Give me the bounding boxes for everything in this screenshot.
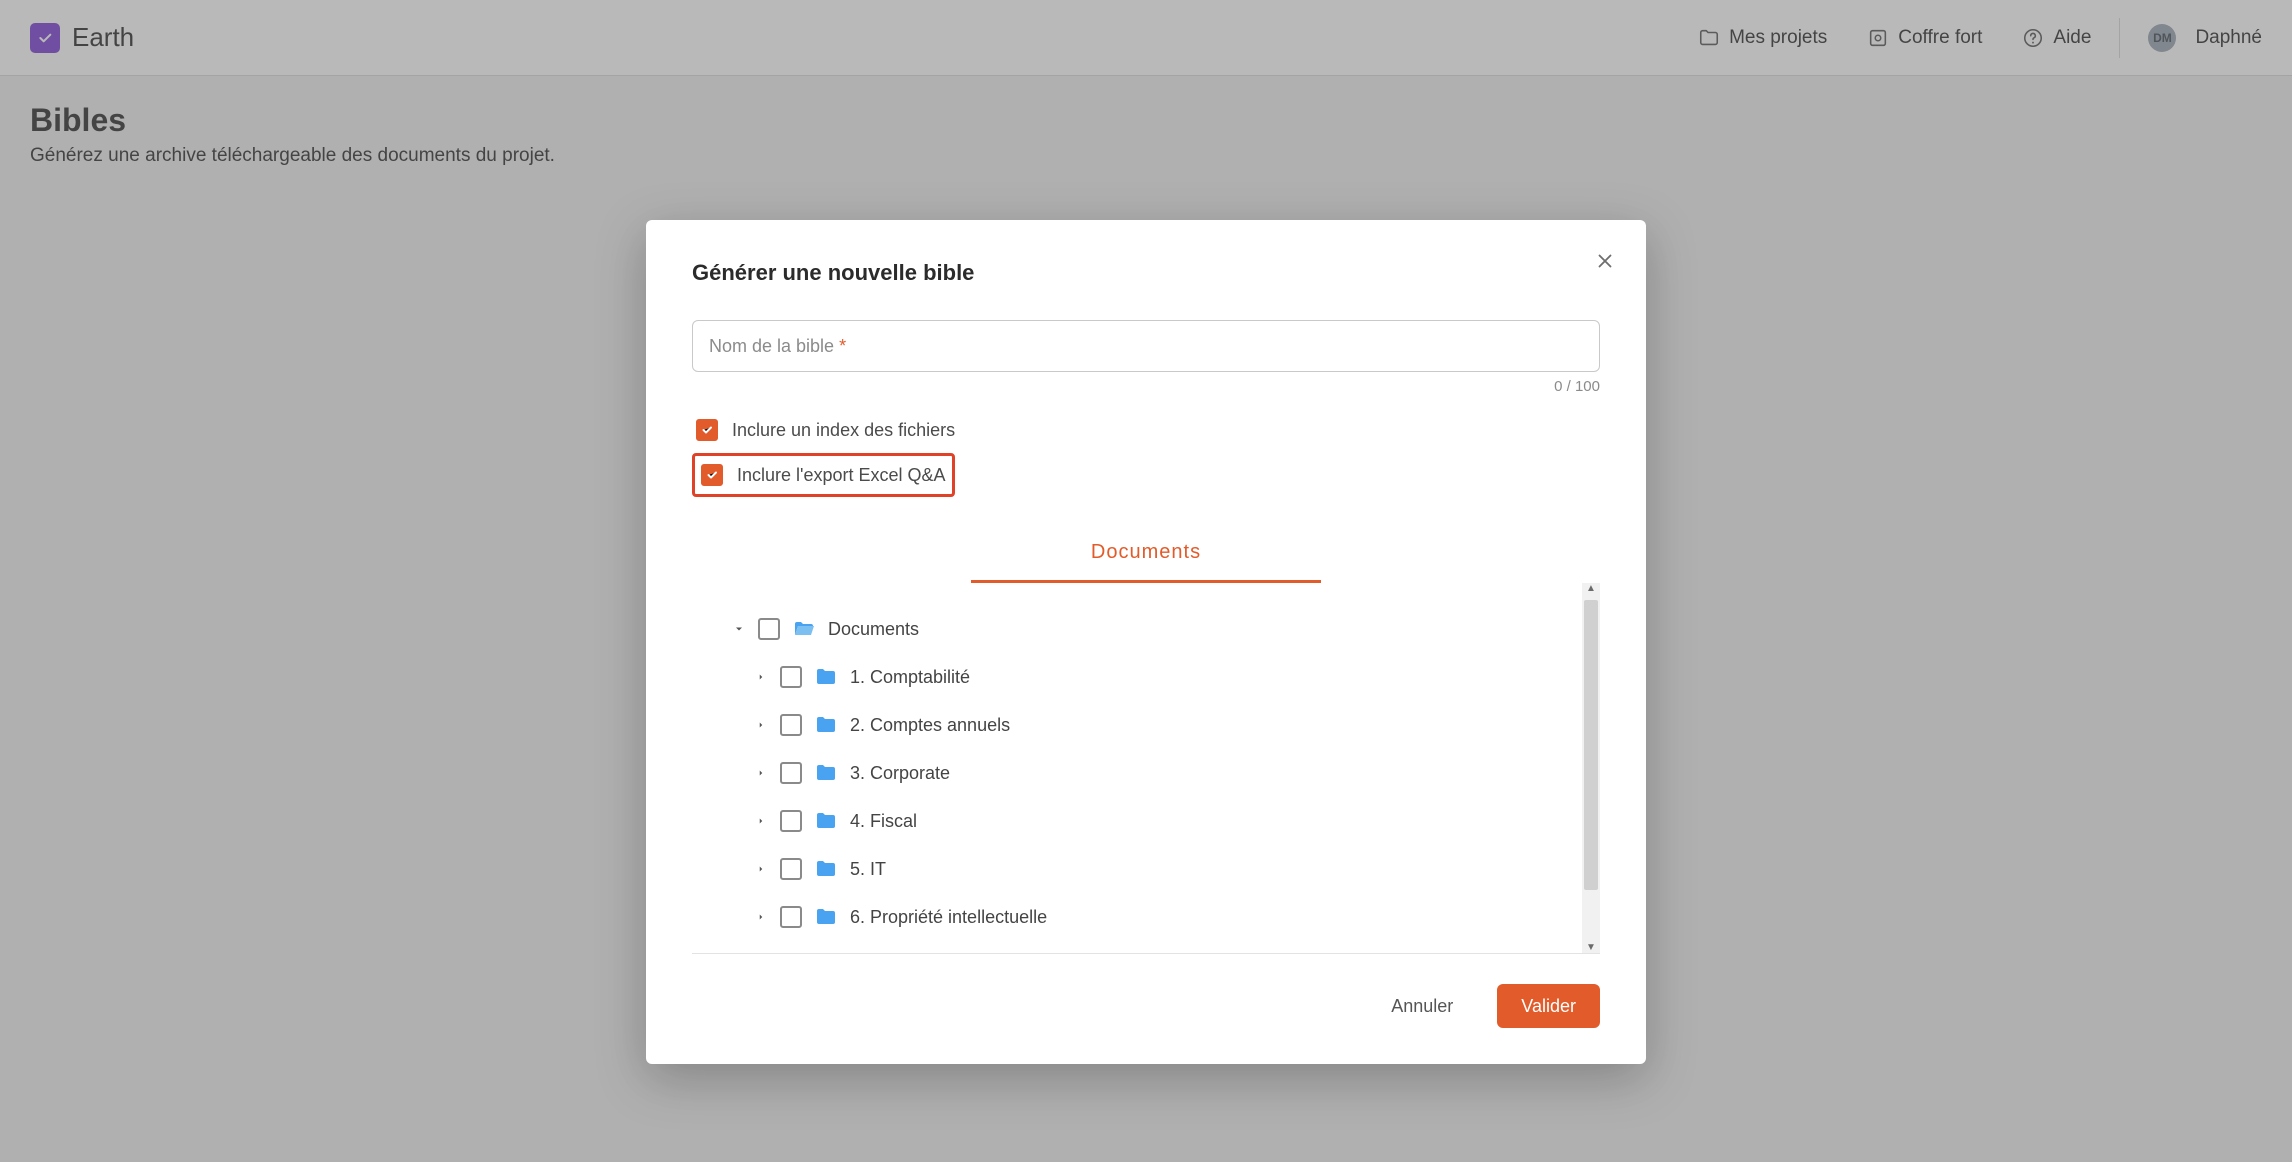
folder-icon <box>814 761 838 785</box>
caret-right-icon[interactable] <box>754 912 768 922</box>
scroll-up-icon[interactable]: ▲ <box>1582 583 1600 594</box>
modal-title: Générer une nouvelle bible <box>692 260 1600 286</box>
document-tree: Documents 1. Comptabilité <box>692 583 1600 941</box>
tree-item-1-label: 1. Comptabilité <box>850 667 970 688</box>
bible-name-field[interactable]: Nom de la bible * <box>692 320 1600 372</box>
bible-name-input[interactable] <box>846 335 850 358</box>
modal-tabs: Documents <box>692 525 1600 583</box>
tree-item-3-label: 3. Corporate <box>850 763 950 784</box>
scroll-track[interactable] <box>1582 594 1600 942</box>
folder-icon <box>814 809 838 833</box>
bible-name-label-text: Nom de la bible <box>709 336 834 356</box>
folder-open-icon <box>792 617 816 641</box>
tree-item-6-label: 6. Propriété intellectuelle <box>850 907 1047 928</box>
generate-bible-modal: Générer une nouvelle bible Nom de la bib… <box>646 220 1646 1064</box>
checkbox-include-index-label: Inclure un index des fichiers <box>732 420 955 441</box>
tree-item-4-label: 4. Fiscal <box>850 811 917 832</box>
tree-root[interactable]: Documents <box>732 605 1580 653</box>
caret-right-icon[interactable] <box>754 864 768 874</box>
folder-icon <box>814 905 838 929</box>
close-icon <box>1594 250 1616 272</box>
folder-icon <box>814 713 838 737</box>
checkbox-include-qna-box[interactable] <box>701 464 723 486</box>
checkbox-include-qna-label: Inclure l'export Excel Q&A <box>737 465 946 486</box>
tree-item-6-checkbox[interactable] <box>780 906 802 928</box>
checkbox-include-index[interactable]: Inclure un index des fichiers <box>692 413 1600 447</box>
caret-right-icon[interactable] <box>754 672 768 682</box>
tree-item-5-checkbox[interactable] <box>780 858 802 880</box>
tree-item-2-label: 2. Comptes annuels <box>850 715 1010 736</box>
caret-right-icon[interactable] <box>754 768 768 778</box>
tree-item-3-checkbox[interactable] <box>780 762 802 784</box>
tree-item-6[interactable]: 6. Propriété intellectuelle <box>754 893 1580 941</box>
tree-item-4[interactable]: 4. Fiscal <box>754 797 1580 845</box>
cancel-button[interactable]: Annuler <box>1367 984 1477 1028</box>
tree-item-1[interactable]: 1. Comptabilité <box>754 653 1580 701</box>
checkbox-include-qna[interactable]: Inclure l'export Excel Q&A <box>692 453 955 497</box>
tree-root-checkbox[interactable] <box>758 618 780 640</box>
tree-root-label: Documents <box>828 619 919 640</box>
close-button[interactable] <box>1594 250 1616 272</box>
caret-down-icon[interactable] <box>732 623 746 635</box>
tree-item-5[interactable]: 5. IT <box>754 845 1580 893</box>
caret-right-icon[interactable] <box>754 816 768 826</box>
modal-actions: Annuler Valider <box>692 984 1600 1028</box>
confirm-button[interactable]: Valider <box>1497 984 1600 1028</box>
tree-item-5-label: 5. IT <box>850 859 886 880</box>
tree-pane: Documents 1. Comptabilité <box>692 583 1600 954</box>
tree-item-4-checkbox[interactable] <box>780 810 802 832</box>
bible-name-label: Nom de la bible * <box>709 336 846 357</box>
tab-documents[interactable]: Documents <box>971 525 1321 583</box>
check-icon <box>706 469 718 481</box>
char-counter: 0 / 100 <box>692 378 1600 395</box>
scroll-down-icon[interactable]: ▼ <box>1582 942 1600 953</box>
tree-children: 1. Comptabilité 2. Comptes annuels <box>732 653 1580 941</box>
folder-icon <box>814 857 838 881</box>
checkbox-include-index-box[interactable] <box>696 419 718 441</box>
caret-right-icon[interactable] <box>754 720 768 730</box>
tree-item-2[interactable]: 2. Comptes annuels <box>754 701 1580 749</box>
tree-item-3[interactable]: 3. Corporate <box>754 749 1580 797</box>
check-icon <box>701 424 713 436</box>
required-mark: * <box>839 336 846 356</box>
scroll-thumb[interactable] <box>1584 600 1598 890</box>
tree-item-1-checkbox[interactable] <box>780 666 802 688</box>
modal-backdrop: Générer une nouvelle bible Nom de la bib… <box>0 0 2292 1162</box>
tree-item-2-checkbox[interactable] <box>780 714 802 736</box>
tree-scrollbar[interactable]: ▲ ▼ <box>1582 583 1600 953</box>
folder-icon <box>814 665 838 689</box>
